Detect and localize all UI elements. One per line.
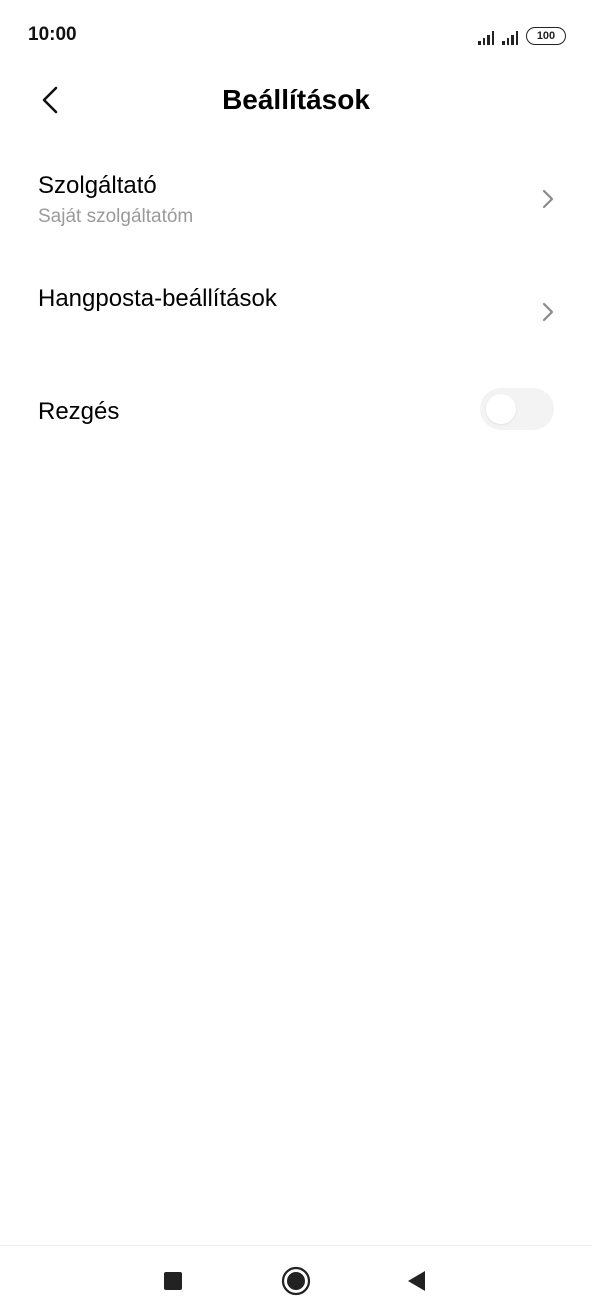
recents-square-icon[interactable]	[156, 1264, 190, 1298]
settings-item-subtitle: Saját szolgáltatóm	[38, 206, 194, 227]
header: Beállítások	[0, 70, 592, 134]
settings-item-title: Hangposta-beállítások	[38, 285, 277, 312]
home-circle-icon[interactable]	[279, 1264, 313, 1298]
signal-icon	[502, 31, 518, 45]
chevron-right-icon	[542, 302, 554, 322]
toggle-knob	[486, 394, 516, 424]
settings-item-carrier[interactable]: Szolgáltató Saját szolgáltatóm	[0, 160, 592, 272]
navigation-bar	[0, 1245, 592, 1316]
vibration-toggle[interactable]	[480, 388, 554, 430]
chevron-right-icon	[542, 189, 554, 209]
settings-item-title: Szolgáltató	[38, 172, 157, 199]
battery-level: 100	[536, 30, 556, 42]
battery-icon: 100	[526, 27, 566, 45]
settings-item-title: Rezgés	[38, 398, 120, 425]
back-triangle-icon[interactable]	[400, 1264, 434, 1298]
status-bar: 10:00 100	[0, 0, 592, 70]
settings-list: Szolgáltató Saját szolgáltatóm Hangposta…	[0, 160, 592, 490]
status-icons: 100	[478, 25, 566, 45]
signal-icon	[478, 31, 494, 45]
settings-item-voicemail[interactable]: Hangposta-beállítások	[0, 272, 592, 386]
page-title: Beállítások	[222, 84, 370, 115]
status-time: 10:00	[28, 24, 77, 45]
settings-item-vibration[interactable]: Rezgés	[0, 386, 592, 490]
